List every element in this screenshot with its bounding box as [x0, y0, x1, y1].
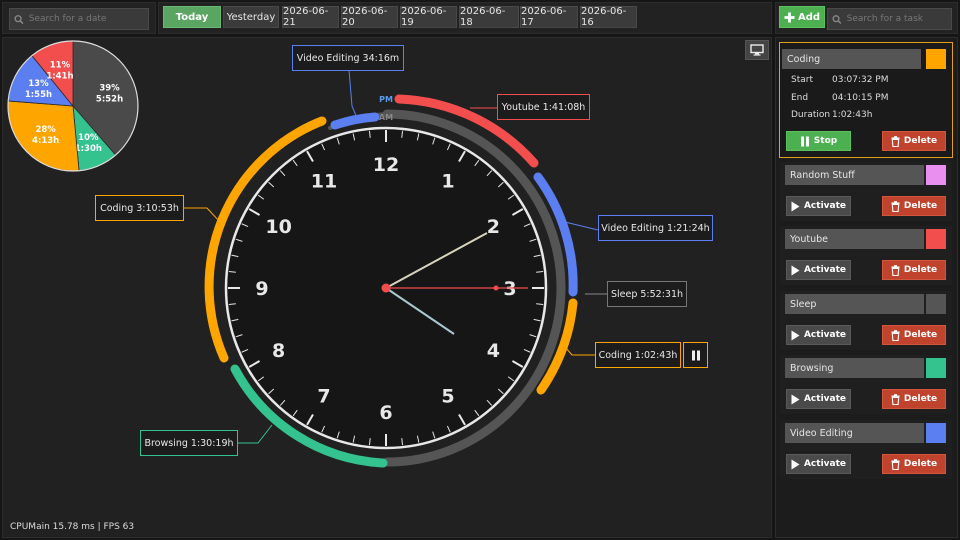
task-color-swatch[interactable] [926, 165, 946, 185]
play-icon [791, 330, 800, 340]
task-color-swatch[interactable] [926, 294, 946, 314]
second-hand-dot [493, 285, 499, 291]
task-color-swatch[interactable] [926, 229, 946, 249]
activate-button[interactable]: Activate [786, 454, 851, 474]
youtube-callout: Youtube 1:41:08h [497, 94, 590, 120]
trash-icon [891, 329, 900, 341]
task-name[interactable]: Youtube [785, 229, 924, 249]
leader-line [565, 347, 596, 356]
leader-line [184, 207, 221, 223]
video-editing-pm-callout: Video Editing 34:16m [292, 45, 404, 71]
delete-button[interactable]: Delete [882, 196, 946, 216]
video-editing-am-callout: Video Editing 1:21:24h [598, 215, 713, 241]
coding-am-callout: Coding 3:10:53h [95, 195, 184, 221]
pie-slice-duration: 5:52h [96, 94, 123, 104]
leader-line [348, 69, 358, 119]
trash-icon [891, 200, 900, 212]
pie-slice-percent: 28% [35, 125, 56, 135]
end-value: 04:10:15 PM [832, 93, 889, 103]
active-task-name[interactable]: Coding [782, 49, 921, 69]
delete-label: Delete [903, 201, 938, 211]
delete-label: Delete [903, 265, 938, 275]
clock-number: 4 [487, 340, 500, 362]
activate-button[interactable]: Activate [786, 196, 851, 216]
pause-icon [691, 350, 700, 360]
stop-button[interactable]: Stop [786, 131, 851, 151]
clock-number: 1 [441, 171, 454, 193]
delete-label: Delete [903, 330, 938, 340]
delete-label: Delete [903, 394, 938, 404]
pie-slice-percent: 39% [99, 83, 120, 93]
clock-number: 7 [317, 385, 330, 407]
pie-slice-percent: 11% [50, 60, 71, 70]
performance-readout: CPUMain 15.78 ms | FPS 63 [10, 522, 135, 532]
sleep-callout: Sleep 5:52:31h [607, 281, 687, 307]
clock-center [381, 283, 391, 293]
trash-icon [891, 135, 900, 147]
start-value: 03:07:32 PM [832, 75, 889, 85]
delete-label: Delete [903, 459, 938, 469]
task-color-swatch[interactable] [926, 358, 946, 378]
task-name[interactable]: Browsing [785, 358, 924, 378]
clock-number: 8 [272, 340, 285, 362]
play-icon [791, 201, 800, 211]
pie-slice-duration: 1:30h [75, 144, 102, 154]
delete-button[interactable]: Delete [882, 325, 946, 345]
clock-number: 6 [379, 402, 392, 424]
delete-button[interactable]: Delete [882, 454, 946, 474]
activate-label: Activate [803, 265, 847, 275]
play-icon [791, 459, 800, 469]
am-label: AM [379, 113, 393, 122]
activate-label: Activate [803, 330, 847, 340]
app-window: Today Yesterday 2026-06-21 2026-06-20 20… [0, 0, 960, 540]
clock-number: 3 [503, 278, 516, 300]
play-icon [791, 394, 800, 404]
pie-slice-duration: 4:13h [32, 136, 59, 146]
play-icon [791, 265, 800, 275]
clock-number: 9 [255, 278, 268, 300]
duration-value: 1:02:43h [832, 110, 873, 120]
pie-slice-duration: 1:41h [46, 71, 73, 81]
end-label: End [791, 93, 809, 103]
pie-chart: 39%5:52h10%1:30h28%4:13h13%1:55h11%1:41h [7, 40, 139, 172]
clock-number: 12 [373, 154, 399, 176]
clock-number: 5 [441, 385, 454, 407]
activate-button[interactable]: Activate [786, 260, 851, 280]
activate-label: Activate [803, 394, 847, 404]
leader-line [237, 424, 273, 444]
task-color-swatch[interactable] [926, 423, 946, 443]
clock-number: 11 [311, 171, 337, 193]
task-name[interactable]: Video Editing [785, 423, 924, 443]
duration-label: Duration [791, 110, 831, 120]
browsing-callout: Browsing 1:30:19h [140, 430, 238, 456]
active-task-color-swatch[interactable] [926, 49, 946, 69]
pie-slice-percent: 10% [78, 133, 99, 143]
activate-label: Activate [803, 459, 847, 469]
pie-slice-duration: 1:55h [25, 90, 52, 100]
video-editing-pm-arc [330, 112, 380, 130]
task-name[interactable]: Sleep [785, 294, 924, 314]
activate-button[interactable]: Activate [786, 389, 851, 409]
pause-button[interactable] [683, 342, 708, 368]
delete-label: Delete [903, 136, 938, 146]
clock-number: 10 [265, 216, 291, 238]
delete-button[interactable]: Delete [882, 131, 946, 151]
task-name[interactable]: Random Stuff [785, 165, 924, 185]
pm-label: PM [379, 95, 393, 104]
trash-icon [891, 393, 900, 405]
delete-button[interactable]: Delete [882, 389, 946, 409]
trash-icon [891, 458, 900, 470]
clock-number: 2 [487, 216, 500, 238]
activate-button[interactable]: Activate [786, 325, 851, 345]
stop-label: Stop [813, 136, 838, 146]
delete-button[interactable]: Delete [882, 260, 946, 280]
pause-icon [800, 136, 809, 146]
trash-icon [891, 264, 900, 276]
coding-current-callout: Coding 1:02:43h [595, 342, 681, 368]
start-label: Start [791, 75, 813, 85]
activate-label: Activate [803, 201, 847, 211]
